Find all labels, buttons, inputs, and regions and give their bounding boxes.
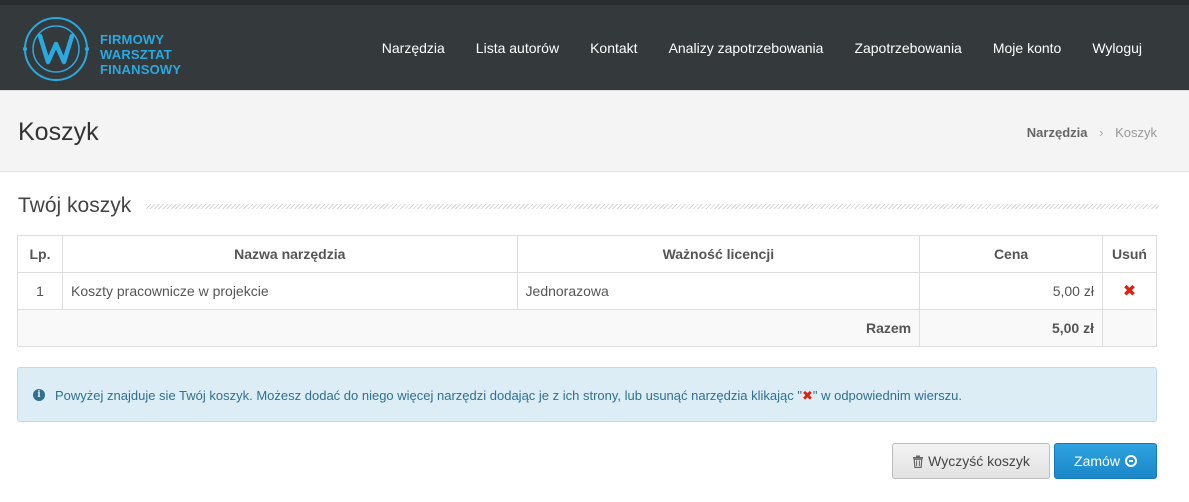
nav-item-analizy-zapotrzebowania[interactable]: Analizy zapotrzebowania — [669, 40, 824, 56]
info-icon: i — [33, 389, 45, 401]
w-circle-logo-icon — [23, 17, 89, 81]
nav-item-wyloguj[interactable]: Wyloguj — [1092, 40, 1142, 56]
nav-item-kontakt[interactable]: Kontakt — [590, 40, 637, 56]
brand-line-3: FINANSOWY — [100, 62, 182, 77]
nav-item-moje-konto[interactable]: Moje konto — [993, 40, 1061, 56]
breadcrumb-separator: › — [1099, 125, 1104, 140]
nav-item-zapotrzebowania[interactable]: Zapotrzebowania — [854, 40, 961, 56]
delete-mark-icon: ✖ — [801, 388, 813, 403]
info-text-before: Powyżej znajduje sie Twój koszyk. Możesz… — [55, 388, 802, 403]
total-label: Razem — [16, 309, 921, 347]
brand-line-1: FIRMOWY — [100, 32, 165, 47]
breadcrumb-current: Koszyk — [1115, 125, 1157, 140]
brand-name: FIRMOWY WARSZTAT FINANSOWY — [100, 32, 181, 77]
header-name: Nazwa narzędzia — [61, 235, 518, 273]
brand-line-2: WARSZTAT — [100, 47, 172, 62]
header-lp: Lp. — [17, 235, 63, 273]
brand-logo[interactable]: FIRMOWY WARSZTAT FINANSOWY — [23, 16, 183, 82]
main-nav: Narzędzia Lista autorów Kontakt Analizy … — [351, 40, 1142, 56]
row-delete-cell: ✖ — [1101, 272, 1158, 310]
top-navbar: FIRMOWY WARSZTAT FINANSOWY Narzędzia Lis… — [0, 0, 1189, 90]
info-alert: i Powyżej znajduje sie Twój koszyk. Może… — [17, 367, 1157, 422]
info-text-after: " w odpowiednim wierszu. — [812, 388, 962, 403]
order-label: Zamów — [1074, 453, 1120, 469]
row-price: 5,00 zł — [919, 272, 1103, 310]
total-row: Razem 5,00 zł — [16, 309, 1158, 347]
section-title-text: Twój koszyk — [18, 194, 142, 217]
row-lp: 1 — [17, 272, 63, 310]
cart-table: Lp. Nazwa narzędzia Ważność licencji Cen… — [16, 235, 1158, 347]
breadcrumb-parent[interactable]: Narzędzia — [1027, 125, 1088, 140]
nav-item-narzedzia[interactable]: Narzędzia — [382, 40, 445, 56]
total-value: 5,00 zł — [919, 309, 1103, 347]
table-row: 1 Koszty pracownicze w projekcie Jednora… — [17, 272, 1158, 310]
page-title: Koszyk — [18, 118, 99, 146]
row-name: Koszty pracownicze w projekcie — [61, 272, 518, 310]
delete-icon[interactable]: ✖ — [1123, 283, 1136, 300]
clear-cart-label: Wyczyść koszyk — [928, 453, 1030, 469]
section-title-divider — [146, 204, 1159, 209]
total-empty-cell — [1101, 309, 1158, 347]
header-delete: Usuń — [1101, 235, 1158, 273]
order-button[interactable]: Zamów — [1054, 443, 1157, 479]
nav-item-lista-autorow[interactable]: Lista autorów — [476, 40, 559, 56]
header-validity: Ważność licencji — [516, 235, 921, 273]
page-header: Koszyk Narzędzia › Koszyk — [0, 90, 1189, 172]
table-header-row: Lp. Nazwa narzędzia Ważność licencji Cen… — [17, 235, 1158, 273]
breadcrumb: Narzędzia › Koszyk — [1027, 125, 1157, 140]
arrow-circle-icon — [1124, 455, 1137, 467]
trash-icon — [913, 455, 924, 468]
header-price: Cena — [919, 235, 1103, 273]
row-validity: Jednorazowa — [516, 272, 921, 310]
info-message: Powyżej znajduje sie Twój koszyk. Możesz… — [55, 388, 962, 404]
clear-cart-button[interactable]: Wyczyść koszyk — [892, 443, 1050, 479]
section-title: Twój koszyk — [18, 194, 1159, 220]
